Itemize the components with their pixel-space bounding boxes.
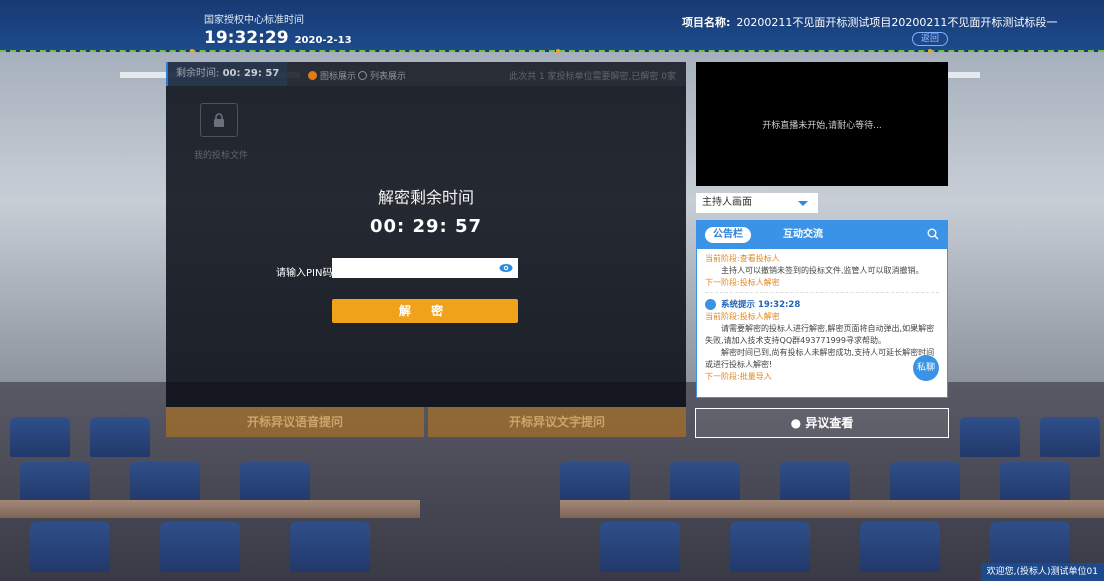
- message-body: 解密时间已到,尚有投标人未解密成功,支持人可延长解密时间或进行投标人解密!: [705, 348, 935, 369]
- notice-message: 当前阶段:查看投标人 主持人可以撤销未签到的投标文件,监管人可以取消撤销。 下一…: [697, 253, 947, 293]
- decryption-panel: 剩余时间: 00: 29: 57 图标展示 列表展示 此次共 1 家投标单位需要…: [166, 62, 686, 407]
- progress-dot: [556, 49, 560, 53]
- project-name: 项目名称: 20200211不见面开标测试项目20200211不见面开标测试标段一: [682, 14, 1057, 30]
- seat: [670, 462, 740, 502]
- seat: [1040, 417, 1100, 457]
- radio-checked-icon: [308, 71, 317, 80]
- decrypt-button[interactable]: 解 密: [332, 299, 518, 323]
- pin-input[interactable]: [332, 258, 518, 278]
- decrypt-title: 解密剩余时间: [377, 188, 474, 207]
- pin-label: 请输入PIN码:: [276, 268, 336, 279]
- decrypt-timer: 00: 29: 57: [369, 216, 483, 237]
- message-body: 主持人可以撤销未签到的投标文件,监管人可以取消撤销。: [721, 266, 924, 275]
- seat: [960, 417, 1020, 457]
- notice-message: 系统提示 19:32:28 当前阶段:投标人解密 请需要解密的投标人进行解密,解…: [697, 299, 947, 383]
- message-divider: [705, 292, 939, 293]
- desk: [560, 500, 1104, 518]
- seat: [560, 462, 630, 502]
- tab-notice[interactable]: 公告栏: [705, 227, 751, 243]
- project-value: 20200211不见面开标测试项目20200211不见面开标测试标段一: [736, 16, 1058, 29]
- remaining-time-label: 剩余时间:: [176, 68, 220, 79]
- seat: [780, 462, 850, 502]
- seat: [30, 522, 110, 572]
- notice-panel-header: 公告栏 互动交流: [697, 221, 947, 249]
- welcome-user: 欢迎您,(投标人)测试单位01: [980, 563, 1104, 581]
- seat: [600, 522, 680, 572]
- standard-time: 19:32:29 2020-2-13: [204, 28, 352, 48]
- objection-view-label: 异议查看: [805, 416, 854, 430]
- eye-icon[interactable]: [499, 262, 513, 274]
- view-list-radio[interactable]: 列表展示: [358, 69, 406, 82]
- bid-file-label: 我的投标文件: [194, 151, 249, 161]
- live-video: 开标直播未开始,请耐心等待...: [696, 62, 948, 186]
- seat: [90, 417, 150, 457]
- progress-dot: [928, 49, 932, 53]
- host-view-value: 主持人画面: [702, 197, 752, 208]
- private-chat-button[interactable]: 私聊: [913, 355, 939, 381]
- view-icon-label: 图标展示: [320, 72, 357, 82]
- caret-down-icon: [798, 201, 808, 206]
- seat: [860, 522, 940, 572]
- search-icon[interactable]: [927, 228, 939, 240]
- back-button[interactable]: 返回: [912, 32, 948, 46]
- notice-panel: 公告栏 互动交流 当前阶段:查看投标人 主持人可以撤销未签到的投标文件,监管人可…: [696, 220, 948, 398]
- objection-view-button[interactable]: ● 异议查看: [695, 408, 949, 438]
- time-value: 19:32:29: [204, 28, 289, 48]
- message-title: 系统提示 19:32:28: [705, 299, 939, 311]
- message-title-text: 系统提示 19:32:28: [721, 300, 801, 310]
- lock-icon: [214, 113, 224, 127]
- seat: [1000, 462, 1070, 502]
- view-icon-radio[interactable]: 图标展示: [308, 69, 356, 82]
- seat: [890, 462, 960, 502]
- message-next-stage: 下一阶段:批量导入: [705, 372, 772, 381]
- chat-bubble-icon: ●: [790, 416, 802, 430]
- seat: [20, 462, 90, 502]
- seat: [290, 522, 370, 572]
- remaining-time: 剩余时间: 00: 29: 57: [166, 62, 288, 86]
- message-next-stage: 下一阶段:投标人解密: [705, 278, 780, 287]
- live-status: 开标直播未开始,请耐心等待...: [762, 121, 882, 131]
- host-view-select[interactable]: 主持人画面: [696, 193, 818, 213]
- seat: [160, 522, 240, 572]
- desk: [0, 500, 420, 518]
- standard-time-label: 国家授权中心标准时间: [204, 15, 304, 26]
- voice-objection-button[interactable]: 开标异议语音提问: [166, 407, 424, 437]
- seat: [130, 462, 200, 502]
- progress-dot: [190, 49, 194, 53]
- bid-file-folder[interactable]: [200, 103, 238, 137]
- date-value: 2020-2-13: [294, 35, 352, 46]
- system-avatar-icon: [705, 299, 716, 310]
- text-objection-button[interactable]: 开标异议文字提问: [428, 407, 686, 437]
- seat: [10, 417, 70, 457]
- message-stage: 当前阶段:查看投标人: [705, 254, 780, 263]
- project-label: 项目名称:: [682, 16, 731, 29]
- view-list-label: 列表展示: [370, 72, 407, 82]
- remaining-time-value: 00: 29: 57: [222, 68, 280, 79]
- decrypt-stats: 此次共 1 家投标单位需要解密,已解密 0家: [509, 72, 676, 82]
- radio-unchecked-icon: [358, 71, 367, 80]
- message-body: 请需要解密的投标人进行解密,解密页面将自动弹出,如果解密失败,请加入技术支持QQ…: [705, 324, 935, 345]
- tab-interact[interactable]: 互动交流: [775, 227, 831, 243]
- message-stage: 当前阶段:投标人解密: [705, 312, 780, 321]
- seat: [730, 522, 810, 572]
- seat: [240, 462, 310, 502]
- top-header: 国家授权中心标准时间 19:32:29 2020-2-13 项目名称: 202002…: [0, 0, 1104, 53]
